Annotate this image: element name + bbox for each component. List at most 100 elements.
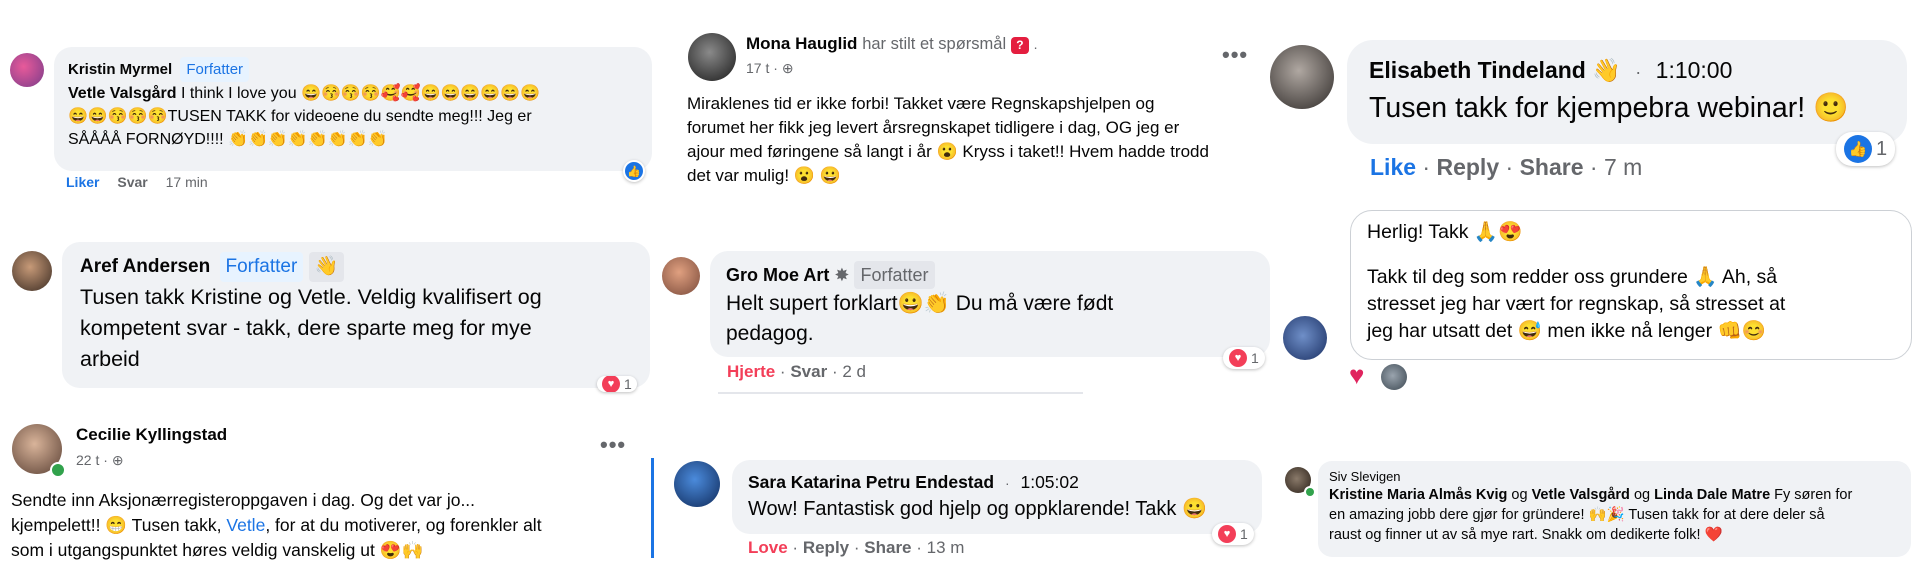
comment-bubble: Sara Katarina Petru Endestad · 1:05:02 W… (732, 460, 1262, 534)
love-reaction-icon: ♥ (602, 376, 620, 392)
avatar[interactable] (1381, 364, 1407, 390)
timestamp[interactable]: 17 t (746, 60, 769, 76)
globe-icon: ⊕ (781, 60, 794, 76)
post-text: Sendte inn Aksjonærregisteroppgaven i da… (11, 488, 651, 563)
globe-icon: ⊕ (111, 452, 124, 468)
post-text-line: Miraklenes tid er ikke forbi! Takket vær… (687, 94, 1155, 113)
avatar[interactable] (1283, 316, 1327, 360)
comment-text: og (1511, 487, 1528, 503)
avatar[interactable] (10, 53, 44, 87)
reaction-count: 1 (1251, 350, 1259, 366)
question-icon: ? (1010, 37, 1029, 54)
comment-author[interactable]: Elisabeth Tindeland (1369, 57, 1586, 83)
divider (718, 392, 1083, 394)
thread-line (651, 458, 654, 558)
author-badge: Forfatter (219, 252, 304, 282)
post-text: Miraklenes tid er ikke forbi! Takket vær… (687, 92, 1267, 188)
mention-link[interactable]: Vetle Valsgård (1532, 487, 1630, 503)
reaction-count: 1 (1876, 137, 1888, 160)
reply-action[interactable]: Reply (803, 538, 849, 557)
heart-icon[interactable]: ♥ (1349, 362, 1364, 388)
avatar[interactable] (12, 251, 52, 291)
timestamp[interactable]: 22 t (76, 452, 99, 468)
video-timestamp[interactable]: 1:05:02 (1020, 472, 1078, 492)
comment-actions: Like · Reply · Share · 7 m (1370, 154, 1643, 180)
comment-text: SÅÅÅÅ FORNØYD!!!! 👏👏👏👏👏👏👏👏 (68, 131, 388, 148)
comment-actions: Love · Reply · Share · 13 m (748, 538, 965, 557)
comment-bubble: Elisabeth Tindeland 👋 · 1:10:00 Tusen ta… (1347, 40, 1907, 144)
post-header: Mona Hauglid har stilt et spørsmål ? . (746, 34, 1038, 54)
comment-bubble: Siv Slevigen Kristine Maria Almås Kvig o… (1318, 461, 1911, 557)
comment-text: Wow! Fantastisk god hjelp og oppklarende… (748, 498, 1207, 520)
comment-text: kompetent svar - takk, dere sparte meg f… (80, 316, 532, 340)
love-action[interactable]: Hjerte (727, 362, 775, 381)
avatar[interactable] (1270, 45, 1334, 109)
avatar[interactable] (688, 33, 736, 81)
star-icon: ✸ (834, 265, 850, 285)
comment-author[interactable]: Gro Moe Art (726, 265, 829, 285)
post-meta: 22 t · ⊕ (76, 452, 124, 468)
comment-bubble: Herlig! Takk 🙏😍 Takk til deg som redder … (1350, 210, 1912, 360)
reaction-summary[interactable]: ♥ 1 (597, 376, 637, 392)
timestamp[interactable]: 7 m (1604, 154, 1642, 180)
comment-text: Fy søren for (1774, 487, 1853, 503)
comment-bubble: Aref Andersen Forfatter 👋 Tusen takk Kri… (62, 242, 650, 388)
reaction-summary[interactable]: ♥ 1 (1212, 523, 1254, 545)
share-action[interactable]: Share (1520, 154, 1584, 180)
wave-icon: 👋 (1592, 57, 1621, 83)
post-text-line: forumet her fikk jeg levert årsregnskape… (687, 118, 1180, 137)
post-meta: 17 t · ⊕ (746, 60, 794, 76)
like-action[interactable]: Like (1370, 154, 1416, 180)
reaction-count: 1 (1240, 526, 1248, 542)
reply-action[interactable]: Reply (1436, 154, 1499, 180)
reaction-summary[interactable]: 👍 1 (1836, 132, 1896, 166)
post-text-line: ajour med føringene så langt i år 😮 Krys… (687, 142, 1209, 161)
comment-text: raust og finner ut av så mye rart. Snakk… (1329, 527, 1723, 543)
like-reaction-icon: 👍 (1844, 135, 1872, 163)
post-text-line: det var mulig! 😮 😀 (687, 166, 841, 185)
like-action[interactable]: Liker (66, 174, 99, 190)
reaction-summary[interactable]: ♥ 1 (1223, 347, 1265, 369)
author-badge: Forfatter (180, 57, 250, 82)
comment-bubble: Gro Moe Art ✸ Forfatter Helt supert fork… (710, 251, 1270, 357)
video-timestamp[interactable]: 1:10:00 (1656, 57, 1733, 83)
post-text-line: Sendte inn Aksjonærregisteroppgaven i da… (11, 490, 476, 510)
mention-link[interactable]: Vetle Valsgård (68, 85, 177, 102)
timestamp[interactable]: 2 d (842, 362, 866, 381)
mention-link[interactable]: Kristine Maria Almås Kvig (1329, 487, 1507, 503)
post-author[interactable]: Cecilie Kyllingstad (76, 425, 227, 445)
comment-text: Tusen takk Kristine og Vetle. Veldig kva… (80, 285, 542, 309)
comment-text: I think I love you 😄😚😚😚🥰🥰😄😄😄😄😄😄 (180, 85, 541, 102)
comment-author[interactable]: Siv Slevigen (1329, 469, 1900, 485)
post-text-line: kjempelett!! 😁 Tusen takk, (11, 515, 222, 535)
mention-link[interactable]: Linda Dale Matre (1654, 487, 1770, 503)
reply-action[interactable]: Svar (117, 174, 147, 190)
love-action[interactable]: Love (748, 538, 788, 557)
timestamp[interactable]: 13 m (927, 538, 965, 557)
comment-text: og (1633, 487, 1651, 503)
more-options-icon[interactable]: ••• (600, 432, 626, 458)
post-author[interactable]: Mona Hauglid (746, 34, 857, 53)
timestamp[interactable]: 17 min (166, 174, 208, 190)
reply-action[interactable]: Svar (790, 362, 827, 381)
comment-author[interactable]: Kristin Myrmel (68, 61, 172, 78)
comment-text: Takk til deg som redder oss grundere 🙏 A… (1367, 266, 1778, 288)
comment-author[interactable]: Sara Katarina Petru Endestad (748, 472, 994, 492)
avatar[interactable] (674, 461, 720, 507)
author-badge: Forfatter (854, 261, 935, 289)
mention-link[interactable]: Vetle (226, 515, 265, 535)
comment-text: Herlig! Takk 🙏😍 (1367, 221, 1523, 243)
comment-text: stresset jeg har vært for regnskap, så s… (1367, 293, 1786, 315)
comment-text: pedagog. (726, 322, 814, 345)
avatar[interactable] (662, 257, 700, 295)
online-indicator (1304, 486, 1316, 498)
post-text-line: , for at du motiverer, og forenkler alt (265, 515, 542, 535)
more-options-icon[interactable]: ••• (1222, 42, 1248, 68)
comment-bubble: Kristin Myrmel Forfatter Vetle Valsgård … (54, 47, 652, 171)
comment-author[interactable]: Aref Andersen (80, 256, 210, 277)
comment-text: arbeid (80, 347, 140, 371)
share-action[interactable]: Share (864, 538, 911, 557)
reaction-summary[interactable]: 👍 (623, 160, 645, 182)
wave-icon: 👋 (308, 252, 345, 282)
comment-text: Tusen takk for kjempebra webinar! 🙂 (1369, 92, 1849, 124)
